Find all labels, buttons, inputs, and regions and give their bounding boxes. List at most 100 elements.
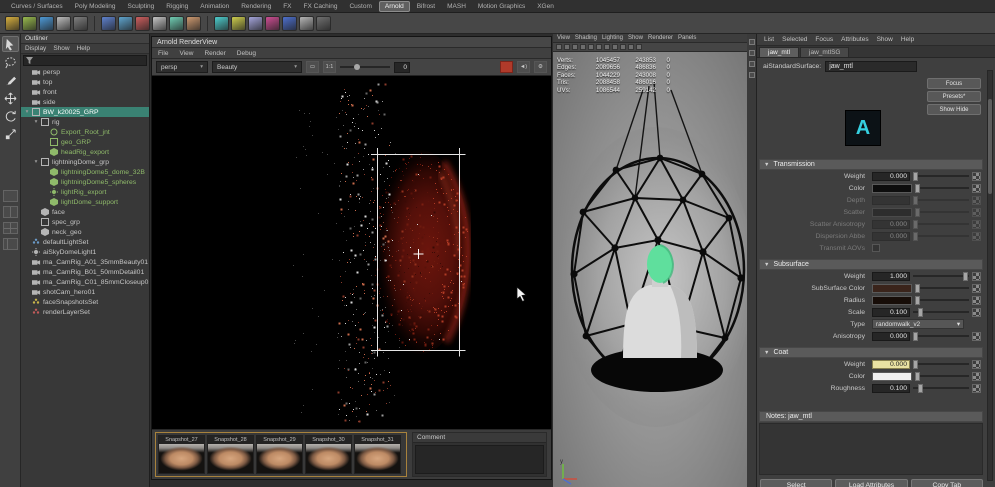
section-header-coat[interactable]: ▼Coat [759, 347, 983, 358]
snapshot-thumbnail-snapshot-27[interactable]: Snapshot_27 [158, 435, 205, 474]
viewport-toolbar-icon[interactable] [588, 44, 594, 50]
shelf-tab-arnold[interactable]: Arnold [379, 1, 410, 12]
lasso-select-tool-icon[interactable] [2, 54, 19, 70]
attribute-value-field[interactable]: 0.000 [872, 332, 910, 341]
attribute-slider[interactable] [913, 332, 969, 341]
render-image-area[interactable] [152, 76, 551, 429]
attribute-value-field[interactable]: 0.000 [872, 172, 910, 181]
viewport-menu-lighting[interactable]: Lighting [602, 35, 623, 41]
texture-map-button[interactable] [972, 184, 981, 193]
notes-section-header[interactable]: Notes: jaw_mtl [759, 411, 983, 422]
attribute-slider[interactable] [915, 372, 969, 381]
shelf-tab-xgen[interactable]: XGen [532, 2, 559, 11]
shelf-tab-poly-modeling[interactable]: Poly Modeling [70, 2, 121, 11]
outliner-item-spec-grp[interactable]: spec_grp [21, 217, 149, 227]
shelf-tab-fx[interactable]: FX [278, 2, 296, 11]
ae-button-show-hide[interactable]: Show Hide [927, 104, 981, 115]
texture-map-button[interactable] [972, 372, 981, 381]
color-swatch[interactable] [872, 372, 912, 381]
attribute-checkbox[interactable] [872, 244, 880, 252]
outliner-item-facesnapshotsset[interactable]: faceSnapshotsSet [21, 297, 149, 307]
arnold-skydome-light-icon[interactable] [39, 16, 54, 31]
color-swatch[interactable] [872, 296, 912, 305]
outliner-item-lightningdome-grp[interactable]: ▾lightningDome_grp [21, 157, 149, 167]
arnold-area-light-icon[interactable] [56, 16, 71, 31]
attribute-slider[interactable] [913, 220, 969, 229]
arnold-standin-icon[interactable] [152, 16, 167, 31]
ae-button-focus[interactable]: Focus [927, 78, 981, 89]
ae-tab-jaw-mtlsg[interactable]: jaw_mtlSG [800, 47, 849, 57]
outliner-item-face[interactable]: face [21, 207, 149, 217]
outliner-item-persp[interactable]: persp [21, 67, 149, 77]
ae-tab-jaw-mtl[interactable]: jaw_mtl [759, 47, 799, 57]
ae-bottom-copy-tab[interactable]: Copy Tab [911, 479, 983, 487]
texture-map-button[interactable] [972, 360, 981, 369]
outliner-item-top[interactable]: top [21, 77, 149, 87]
attribute-slider[interactable] [915, 184, 969, 193]
outliner-item-lightningdome5-spheres[interactable]: lightningDome5_spheres [21, 177, 149, 187]
texture-map-button[interactable] [972, 308, 981, 317]
viewport-menu-show[interactable]: Show [628, 35, 643, 41]
outliner-item-side[interactable]: side [21, 97, 149, 107]
paint-select-tool-icon[interactable] [2, 72, 19, 88]
paint-effects-icon[interactable] [265, 16, 280, 31]
texture-map-button[interactable] [972, 220, 981, 229]
ae-bottom-load-attributes[interactable]: Load Attributes [835, 479, 907, 487]
section-header-transmission[interactable]: ▼Transmission [759, 159, 983, 170]
attribute-slider[interactable] [913, 360, 969, 369]
outliner-item-aiskydomelight1[interactable]: aiSkyDomeLight1 [21, 247, 149, 257]
persp-outliner-layout-button[interactable] [3, 238, 18, 250]
outliner-item-ma-camrig-c01-85mmcloseup01[interactable]: ma_CamRig_C01_85mmCloseup01 [21, 277, 149, 287]
outliner-item-ma-camrig-a01-35mmbeauty01[interactable]: ma_CamRig_A01_35mmBeauty01 [21, 257, 149, 267]
outliner-item-export-root-jnt[interactable]: Export_Root_jnt [21, 127, 149, 137]
slider-handle[interactable] [354, 64, 360, 70]
outliner-item-defaultlightset[interactable]: defaultLightSet [21, 237, 149, 247]
actual-pixels-icon[interactable]: 1:1 [323, 61, 336, 73]
attribute-value-field[interactable]: 0.100 [872, 308, 910, 317]
viewport-toolbar-icon[interactable] [596, 44, 602, 50]
slider-handle[interactable] [915, 284, 920, 293]
ae-menu-focus[interactable]: Focus [815, 36, 833, 43]
show-attribute-editor-icon[interactable] [749, 39, 755, 45]
node-graph-icon[interactable] [282, 16, 297, 31]
rotate-tool-icon[interactable] [2, 108, 19, 124]
viewport-toolbar-icon[interactable] [628, 44, 634, 50]
attribute-value-field[interactable]: 1.000 [872, 272, 910, 281]
shelf-tab-fx-caching[interactable]: FX Caching [299, 2, 343, 11]
renderview-menu-view[interactable]: View [179, 50, 193, 57]
attribute-slider[interactable] [913, 308, 969, 317]
ae-bottom-select[interactable]: Select [760, 479, 832, 487]
camera-select-dropdown[interactable]: persp▾ [156, 61, 208, 73]
scale-tool-icon[interactable] [2, 126, 19, 142]
arnold-flush-cache-icon[interactable] [186, 16, 201, 31]
slider-handle[interactable] [913, 232, 918, 241]
slider-handle[interactable] [918, 384, 923, 393]
texture-map-button[interactable] [972, 232, 981, 241]
move-tool-icon[interactable] [2, 90, 19, 106]
outliner-item-lightningdome5-dome-32b[interactable]: lightningDome5_dome_32B [21, 167, 149, 177]
stop-render-icon[interactable] [500, 61, 513, 73]
outliner-item-lightrig-export[interactable]: lightRig_export [21, 187, 149, 197]
slider-handle[interactable] [915, 296, 920, 305]
attribute-slider[interactable] [913, 384, 969, 393]
snapshot-thumbnail-snapshot-28[interactable]: Snapshot_28 [207, 435, 254, 474]
outliner-item-rig[interactable]: ▾rig [21, 117, 149, 127]
select-tool-icon[interactable] [2, 36, 19, 52]
attribute-value-field[interactable]: 0.000 [872, 232, 910, 241]
viewport-toolbar-icon[interactable] [572, 44, 578, 50]
attribute-value-field[interactable]: 0.000 [872, 220, 910, 229]
shelf-tab-animation[interactable]: Animation [195, 2, 234, 11]
outliner-menu-show[interactable]: Show [53, 45, 69, 52]
ae-menu-selected[interactable]: Selected [782, 36, 807, 43]
arnold-photometric-light-icon[interactable] [101, 16, 116, 31]
utility-node-icon[interactable] [316, 16, 331, 31]
slider-handle[interactable] [915, 372, 920, 381]
attribute-slider[interactable] [913, 232, 969, 241]
grid-snap-icon[interactable] [248, 16, 263, 31]
slider-handle[interactable] [913, 332, 918, 341]
viewport-toolbar-icon[interactable] [580, 44, 586, 50]
shelf-tab-curves-surfaces[interactable]: Curves / Surfaces [6, 2, 68, 11]
renderview-titlebar[interactable]: Arnold RenderView [152, 37, 551, 48]
outliner-item-neck-geo[interactable]: neck_geo [21, 227, 149, 237]
aov-select-dropdown[interactable]: Beauty▾ [212, 61, 302, 73]
